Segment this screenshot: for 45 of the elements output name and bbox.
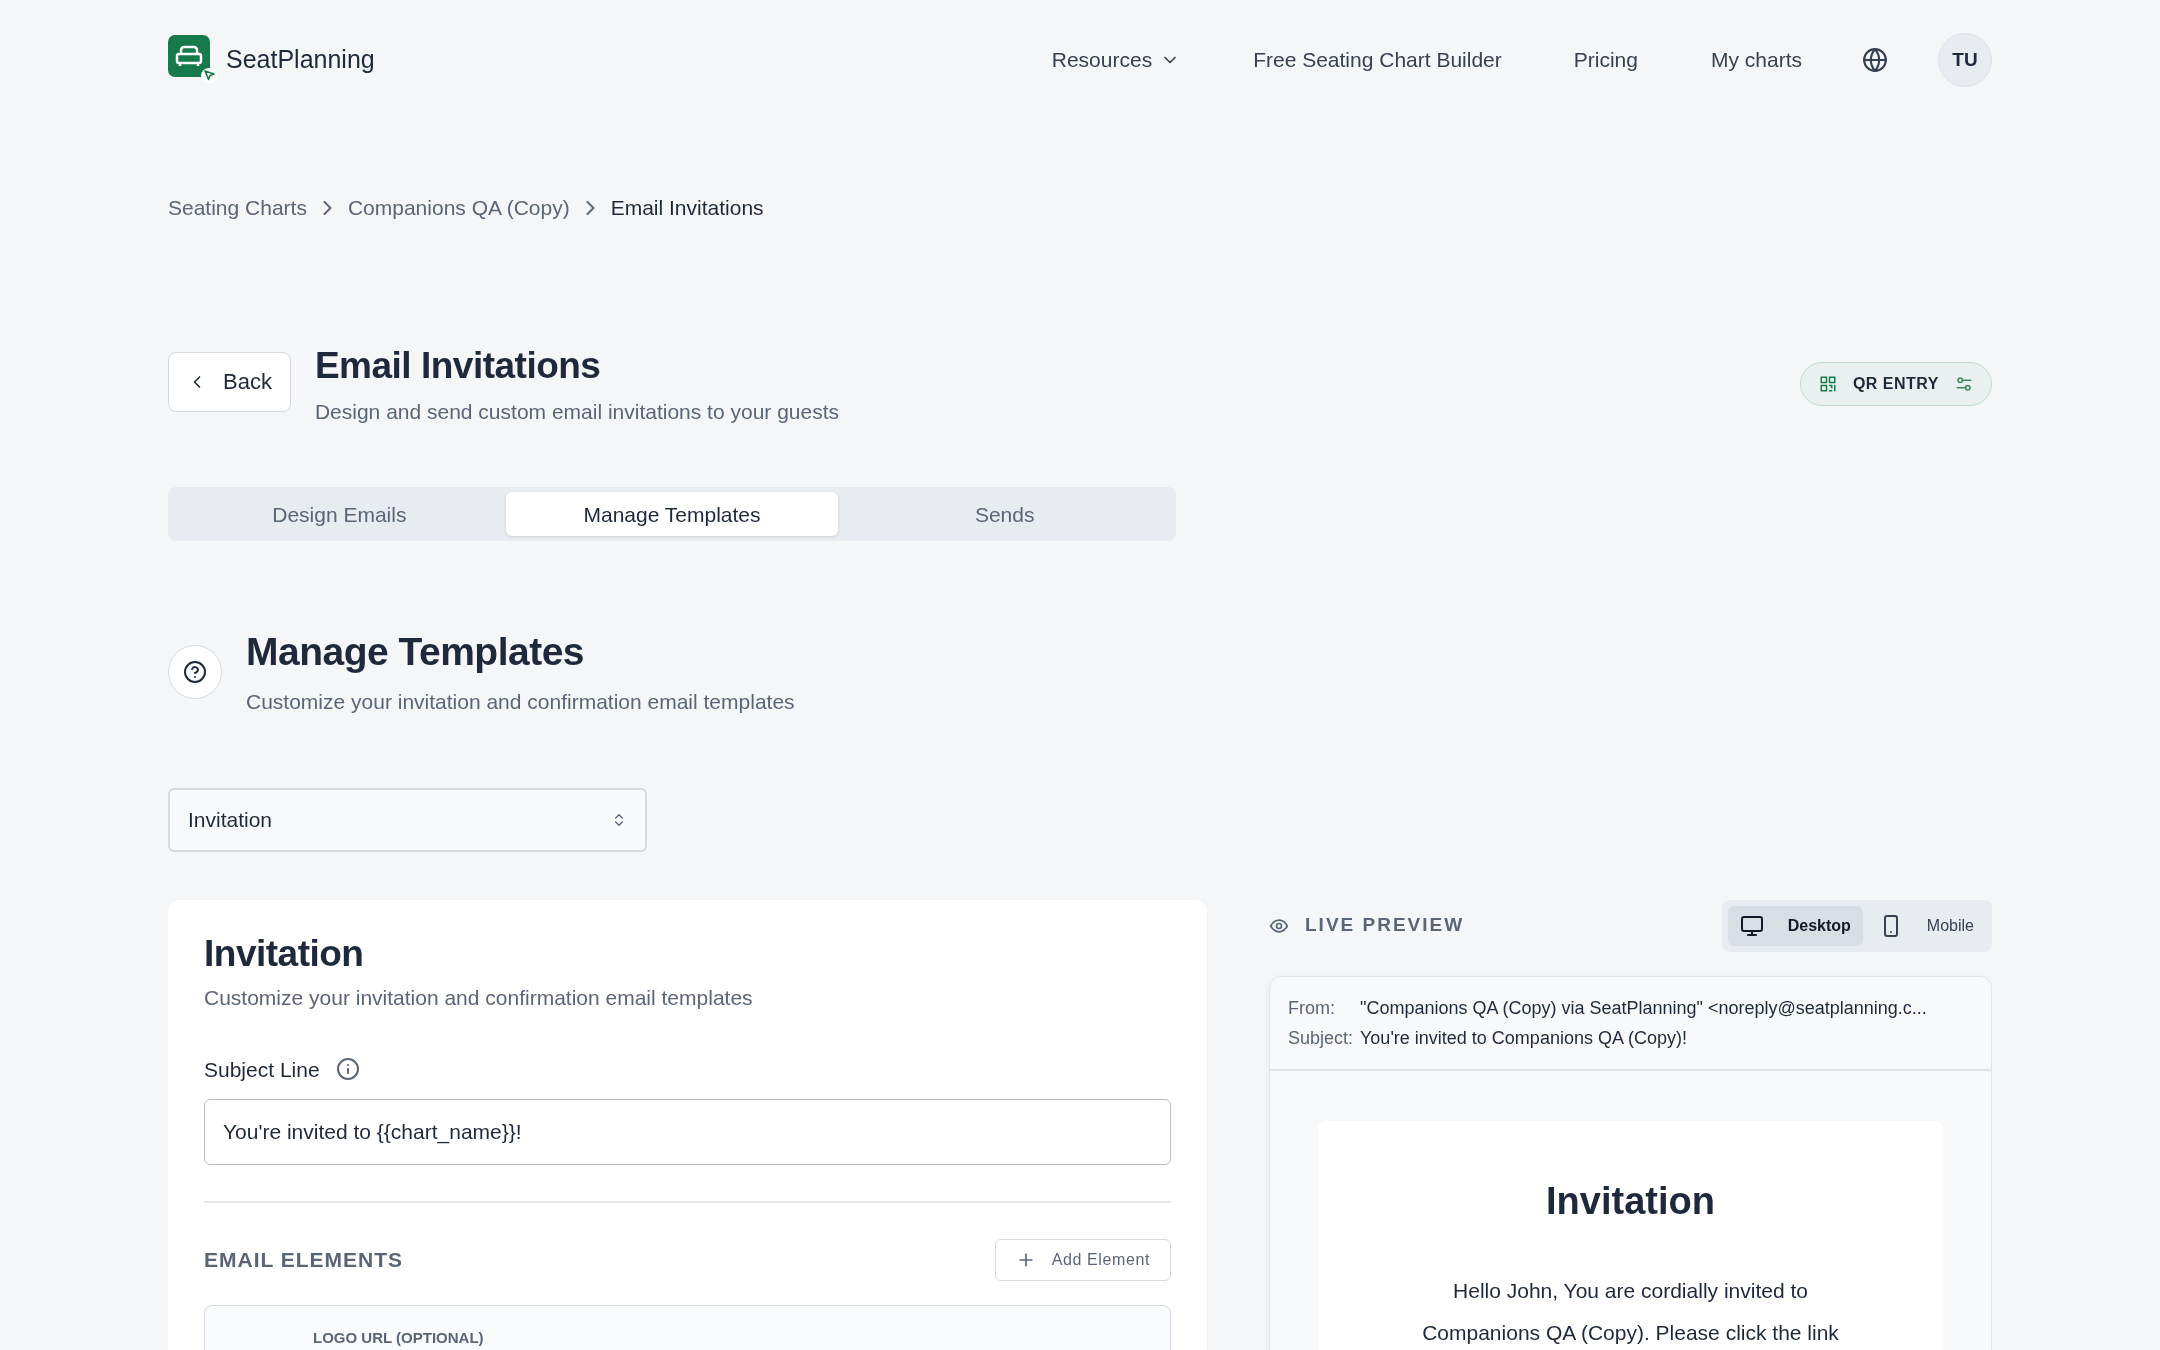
user-avatar[interactable]: TU <box>1938 33 1992 87</box>
email-title: Invitation <box>1545 1178 1716 1224</box>
nav-dropdown[interactable]: Resources <box>1051 44 1181 76</box>
field-label: Subject Line <box>204 1056 320 1083</box>
template-select[interactable]: Invitation <box>168 787 647 852</box>
nav-link[interactable]: Free Seating Chart Builder <box>1253 44 1502 76</box>
element-label: LOGO URL (OPTIONAL) <box>313 1329 484 1347</box>
info-icon <box>335 1057 360 1082</box>
meta-label: Subject: <box>1288 1026 1355 1050</box>
breadcrumb-link[interactable]: Companions QA (Copy) <box>347 192 570 224</box>
section-title: Manage Templates <box>246 629 586 676</box>
page-title: Email Invitations <box>314 343 602 388</box>
globe-icon[interactable] <box>1862 47 1888 73</box>
nav-link[interactable]: Pricing <box>1573 44 1638 76</box>
subject-input[interactable]: You're invited to {{chart_name}}! <box>204 1099 1171 1166</box>
tab[interactable]: Sends <box>838 492 1171 537</box>
page-subtitle: Design and send custom email invitations to your guests <box>314 398 840 425</box>
back-button[interactable]: Back <box>168 351 291 412</box>
help-button[interactable] <box>168 645 222 700</box>
preview-heading: LIVE PREVIEW <box>1305 913 1465 938</box>
brand-name[interactable]: SeatPlanning <box>226 41 375 79</box>
sliders-icon <box>1955 374 1973 393</box>
chevron-right-icon <box>585 200 595 215</box>
view-mode-toggle[interactable]: Desktop <box>1727 905 1863 946</box>
qr-code-icon <box>1818 374 1837 393</box>
add-element-button[interactable]: Add Element <box>994 1239 1171 1282</box>
view-mode-toggle[interactable]: Mobile <box>1866 905 1986 946</box>
breadcrumb-link[interactable]: Email Invitations <box>610 192 764 224</box>
monitor-icon <box>1739 913 1764 938</box>
meta-value: You're invited to Companions QA (Copy)! <box>1360 1026 1687 1050</box>
help-icon <box>183 660 207 685</box>
qr-entry-button[interactable]: QR ENTRY <box>1799 361 1992 406</box>
email-body-text: Hello John, You are cordially invited to Companions QA (Copy). Please click the link <box>1421 1277 1840 1346</box>
editor-subtitle: Customize your invitation and confirmation email templates <box>204 985 754 1012</box>
tab[interactable]: Design Emails <box>173 492 506 537</box>
chevron-right-icon <box>322 200 332 215</box>
meta-label: From: <box>1288 996 1336 1020</box>
section-heading: EMAIL ELEMENTS <box>204 1247 404 1274</box>
breadcrumb-link[interactable]: Seating Charts <box>168 192 307 224</box>
meta-value: "Companions QA (Copy) via SeatPlanning" <noreply@seatplanning.c... <box>1360 996 1927 1020</box>
logo-icon <box>168 35 218 85</box>
tab[interactable]: Manage Templates <box>505 492 839 537</box>
nav-link[interactable]: My charts <box>1711 44 1802 76</box>
editor-title: Invitation <box>204 931 365 976</box>
section-subtitle: Customize your invitation and confirmation email templates <box>246 689 795 716</box>
